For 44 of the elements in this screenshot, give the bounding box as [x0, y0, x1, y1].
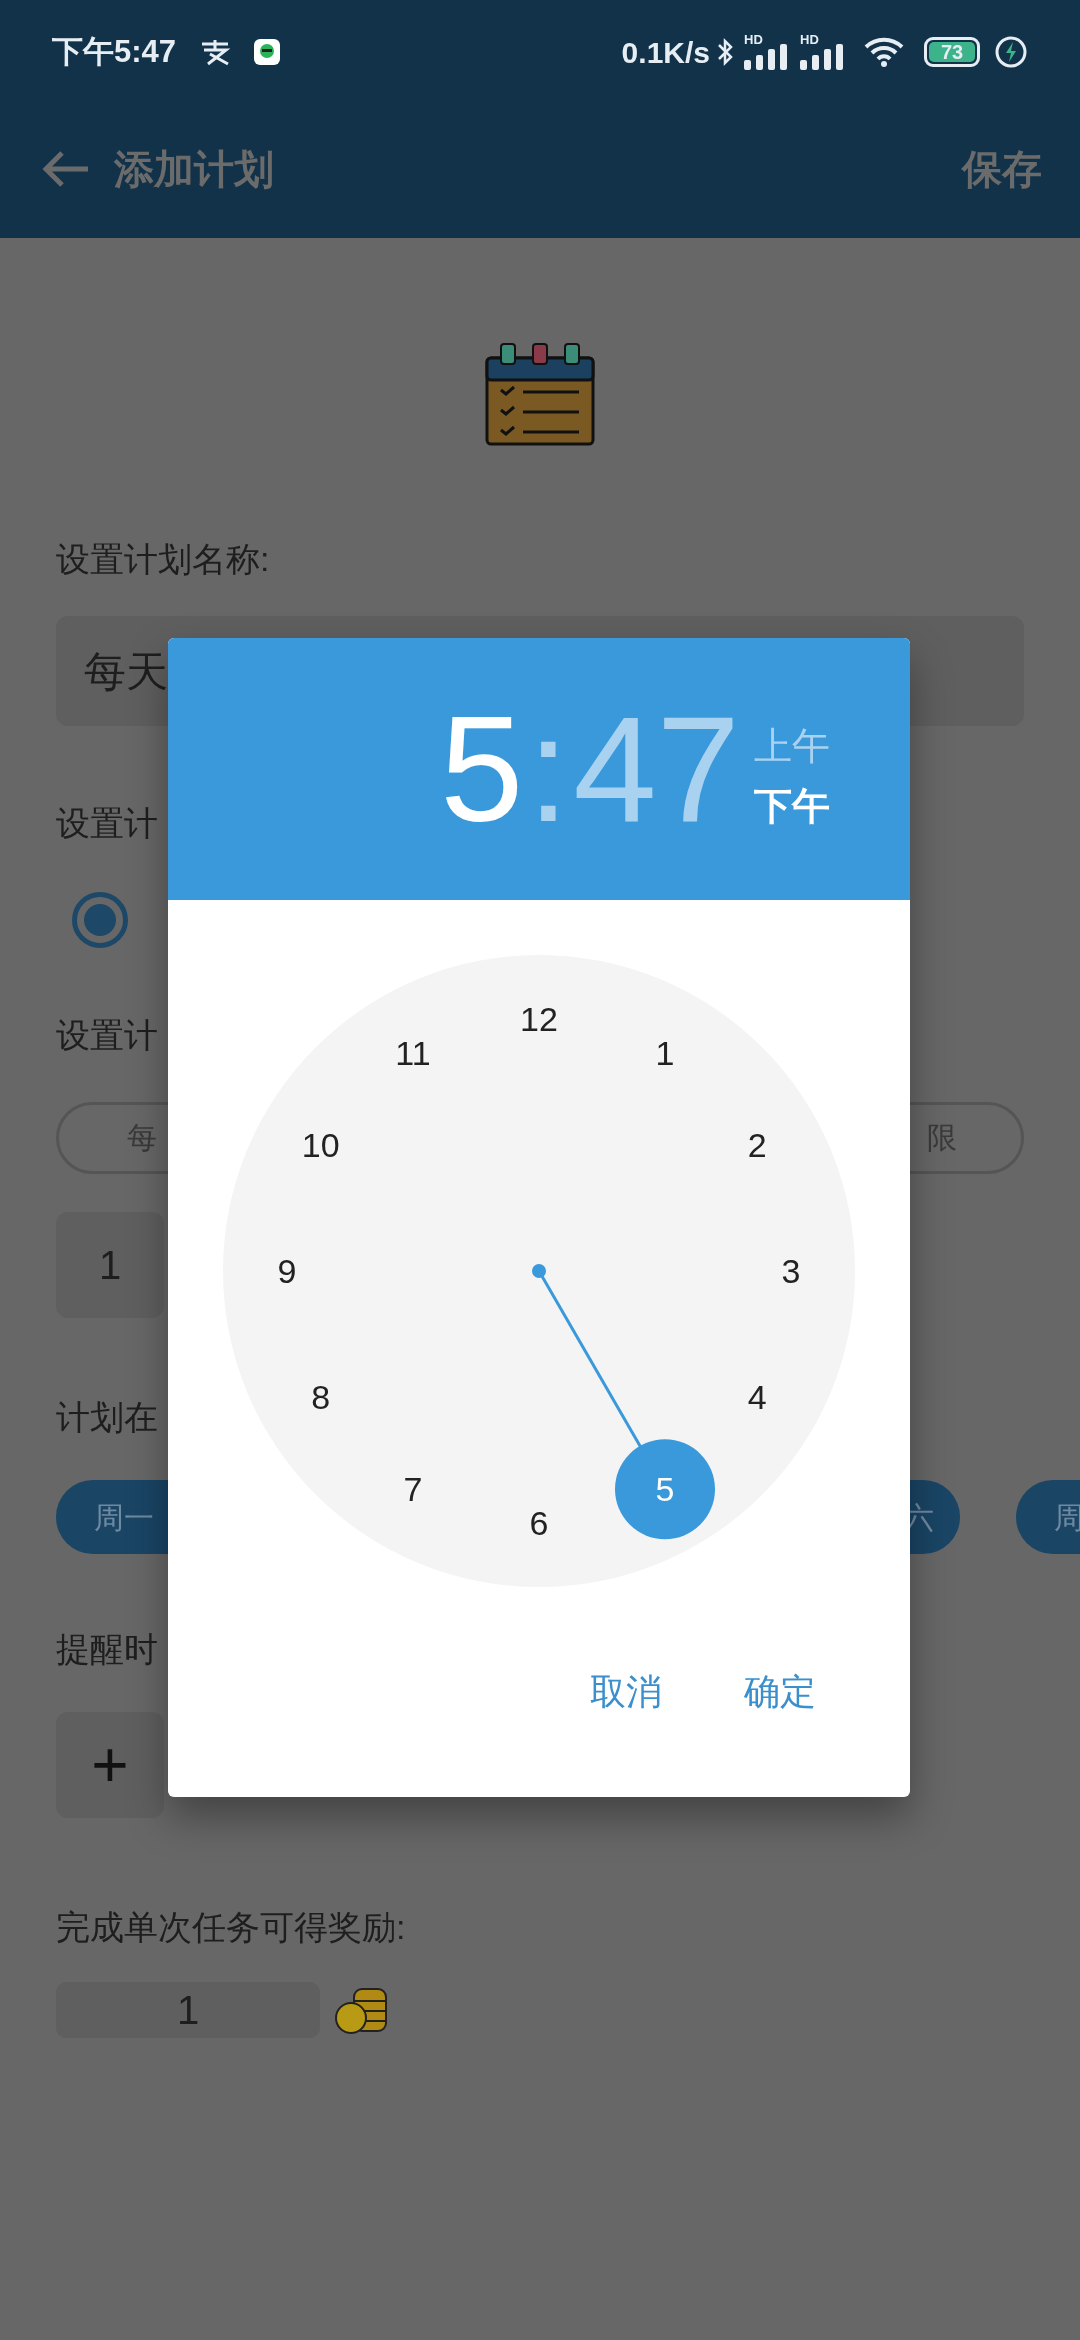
clock-number[interactable]: 2	[747, 1128, 767, 1162]
signal-icon	[800, 44, 846, 70]
page-title: 添加计划	[114, 146, 274, 193]
count-field[interactable]: 1	[56, 1212, 164, 1318]
clock-number[interactable]: 6	[529, 1506, 549, 1540]
network-type-label: HD	[800, 31, 819, 49]
signal-icon	[744, 44, 790, 70]
hour-display[interactable]: 5	[440, 694, 524, 844]
clock-number[interactable]: 8	[311, 1380, 331, 1414]
field-label: 设置计	[56, 1018, 158, 1052]
clock-number[interactable]: 7	[403, 1472, 423, 1507]
status-time: 下午5:47	[52, 32, 177, 71]
network-speed: 0.1K/s	[621, 34, 710, 71]
radio-button[interactable]	[72, 892, 128, 948]
clock-face[interactable]: 12 1 2 3 4 5 6 7 8 9 10 11	[223, 955, 855, 1587]
clock-number[interactable]: 10	[301, 1128, 340, 1162]
app-icon	[254, 39, 281, 65]
bluetooth-icon	[716, 37, 734, 67]
clock-number[interactable]: 9	[277, 1254, 297, 1288]
minute-display[interactable]: 47	[573, 694, 740, 844]
charging-icon	[994, 35, 1028, 69]
clock-number[interactable]: 12	[520, 1002, 558, 1036]
clock-number[interactable]: 5	[655, 1472, 675, 1507]
reward-field[interactable]: 1	[56, 1982, 320, 2038]
time-separator: :	[527, 694, 570, 844]
battery-level: 73	[940, 42, 964, 62]
network-type-label: HD	[744, 31, 763, 49]
clock-number[interactable]: 1	[655, 1035, 675, 1070]
coin-stack-icon	[334, 1985, 388, 2035]
field-label: 设置计划名称:	[56, 542, 270, 576]
wifi-icon	[864, 37, 904, 67]
save-button[interactable]: 保存	[962, 139, 1042, 199]
clock-number[interactable]: 3	[781, 1254, 801, 1288]
add-reminder-button[interactable]: +	[56, 1712, 164, 1818]
field-label: 提醒时	[56, 1632, 158, 1666]
field-label: 设置计	[56, 806, 158, 840]
confirm-button[interactable]: 确定	[742, 1665, 818, 1719]
field-label: 完成单次任务可得奖励:	[56, 1910, 406, 1944]
clock-number[interactable]: 4	[747, 1380, 767, 1414]
clock-number[interactable]: 11	[395, 1035, 431, 1070]
period-option[interactable]: 下午	[754, 787, 830, 825]
period-option[interactable]: 上午	[754, 727, 830, 765]
field-label: 计划在	[56, 1400, 158, 1434]
cancel-button[interactable]: 取消	[588, 1665, 664, 1719]
